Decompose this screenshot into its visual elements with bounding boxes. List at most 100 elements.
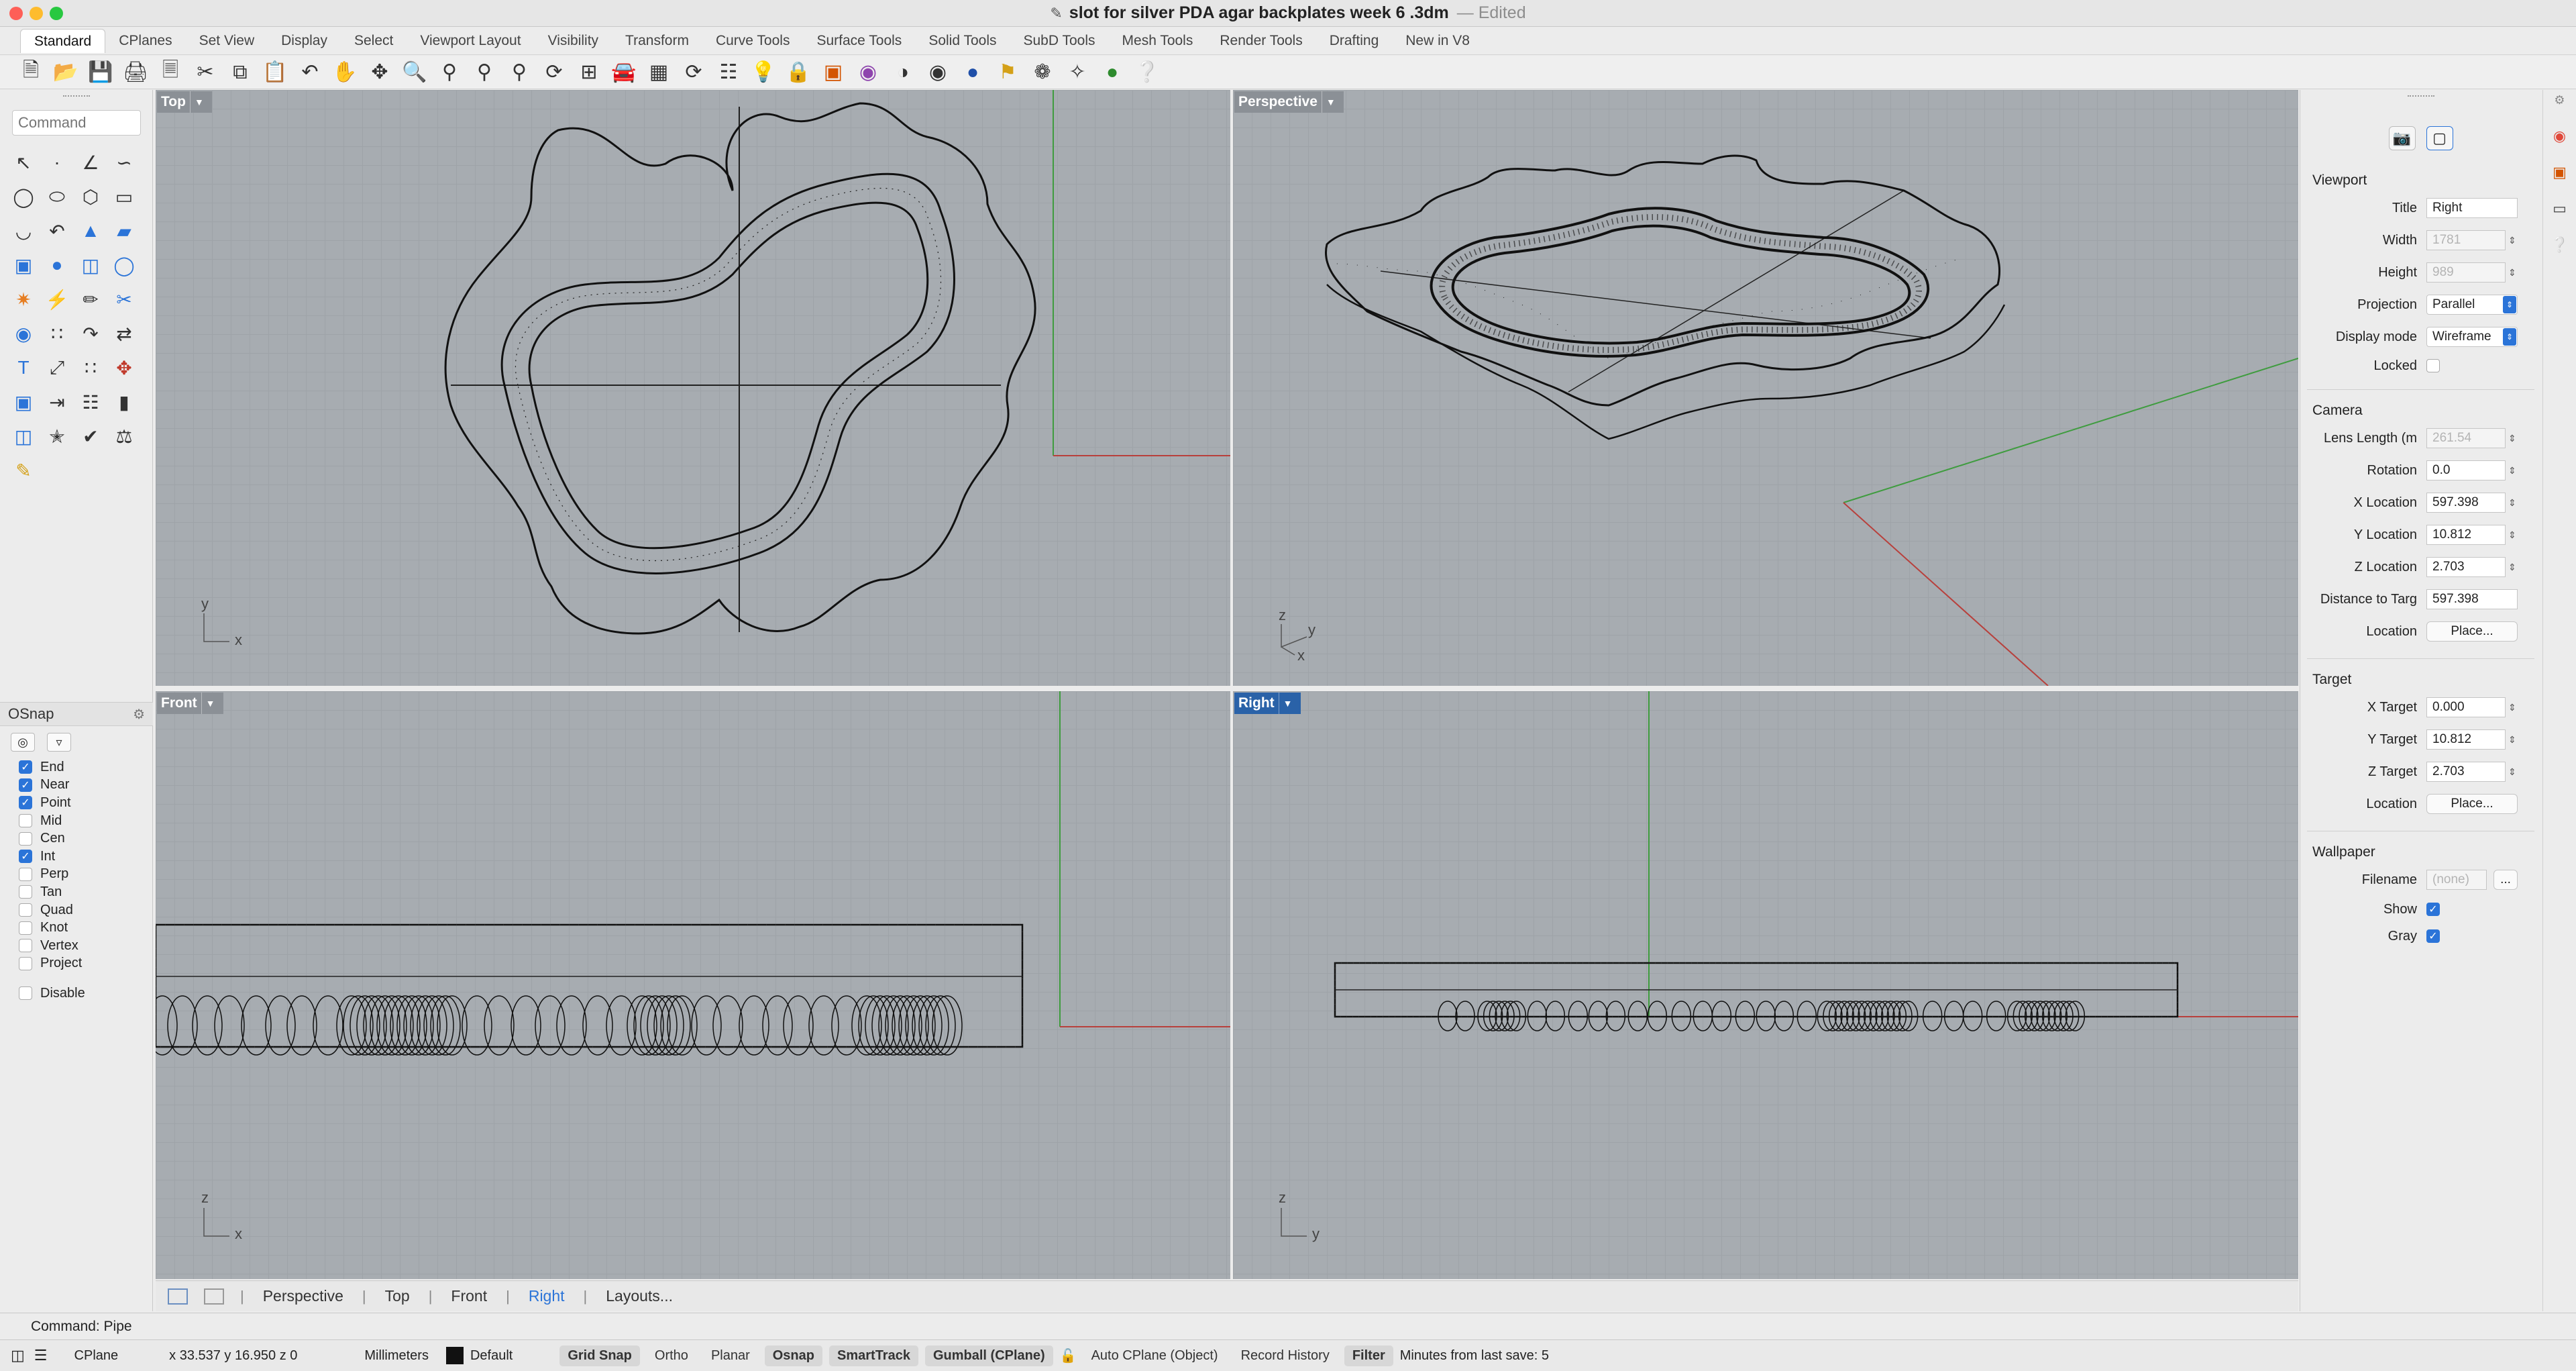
- zoom-window-icon[interactable]: ⚲: [435, 58, 464, 87]
- check-icon[interactable]: ✔: [75, 420, 106, 452]
- camera-place-button[interactable]: Place...: [2426, 621, 2518, 642]
- sidebar-toggle-icon[interactable]: ◫: [11, 1347, 25, 1364]
- camera-icon[interactable]: 📷: [2388, 126, 2416, 150]
- blue-sphere-icon[interactable]: ●: [958, 58, 987, 87]
- tab-display[interactable]: Display: [268, 29, 341, 53]
- analyze-icon[interactable]: ⚖: [109, 420, 140, 452]
- rectangle-icon[interactable]: ▭: [109, 181, 140, 213]
- tab-new-in-v8[interactable]: New in V8: [1392, 29, 1483, 53]
- four-view-layout-icon[interactable]: [168, 1288, 188, 1305]
- gear-icon[interactable]: ⚙: [2550, 90, 2570, 110]
- osnap-checkbox[interactable]: ✓: [19, 850, 32, 864]
- y-location-field[interactable]: 10.812: [2426, 525, 2506, 545]
- viewport-top[interactable]: y x Top ▼: [156, 90, 1230, 686]
- ruler-icon[interactable]: ▮: [109, 386, 140, 418]
- lightbulb-icon[interactable]: 💡: [749, 58, 778, 87]
- mesh-icon[interactable]: ✷: [8, 283, 39, 315]
- tab-visibility[interactable]: Visibility: [535, 29, 612, 53]
- osnap-item-perp[interactable]: Perp: [0, 866, 153, 884]
- gear-icon[interactable]: ⚙: [133, 706, 145, 723]
- viewport-label-front[interactable]: Front ▼: [157, 693, 223, 714]
- osnap-icon[interactable]: ❁: [1028, 58, 1057, 87]
- move-view-icon[interactable]: ✥: [365, 58, 394, 87]
- chevron-down-icon[interactable]: ▼: [189, 91, 208, 113]
- z-location-field[interactable]: 2.703: [2426, 557, 2506, 577]
- projection-select[interactable]: Parallel ⇕: [2426, 295, 2518, 315]
- cplane-icon[interactable]: ▦: [644, 58, 674, 87]
- paste-icon[interactable]: 📋: [260, 58, 290, 87]
- osnap-checkbox[interactable]: [19, 939, 32, 953]
- target-place-button[interactable]: Place...: [2426, 794, 2518, 814]
- viewport-tab-right[interactable]: Right: [510, 1287, 584, 1305]
- layer-label[interactable]: Default: [470, 1348, 513, 1364]
- z-target-field[interactable]: 2.703: [2426, 762, 2506, 782]
- solid-box-icon[interactable]: ▣: [8, 386, 39, 418]
- command-input[interactable]: [12, 110, 141, 136]
- viewport-right[interactable]: z y Right ▼: [1233, 691, 2298, 1279]
- tab-transform[interactable]: Transform: [612, 29, 702, 53]
- shaded-icon[interactable]: ◑: [888, 58, 918, 87]
- rotation-stepper-icon[interactable]: ⇕: [2508, 466, 2516, 475]
- viewport-tab-front[interactable]: Front: [432, 1287, 506, 1305]
- smarttrack-toggle[interactable]: SmartTrack: [829, 1345, 918, 1366]
- tab-curve-tools[interactable]: Curve Tools: [702, 29, 804, 53]
- single-view-layout-icon[interactable]: [204, 1288, 224, 1305]
- cylinder-icon[interactable]: ◫: [75, 249, 106, 281]
- polyline-icon[interactable]: ∠: [75, 146, 106, 179]
- car-icon[interactable]: 🚘: [609, 58, 639, 87]
- auto-cplane-toggle[interactable]: Auto CPlane (Object): [1083, 1345, 1226, 1366]
- copy-icon[interactable]: ⧉: [225, 58, 255, 87]
- osnap-checkbox[interactable]: ✓: [19, 778, 32, 792]
- display-mode-select[interactable]: Wireframe ⇕: [2426, 327, 2518, 347]
- viewport-label-perspective[interactable]: Perspective ▼: [1234, 91, 1344, 113]
- list-icon[interactable]: ☰: [34, 1347, 48, 1364]
- green-sphere-icon[interactable]: ●: [1097, 58, 1127, 87]
- ellipse-icon[interactable]: ⬭: [42, 181, 72, 213]
- color-wheel-icon[interactable]: ◉: [2550, 126, 2570, 146]
- osnap-item-point[interactable]: ✓ Point: [0, 794, 153, 812]
- curve-icon[interactable]: ∽: [109, 146, 140, 179]
- close-window-button[interactable]: [9, 7, 23, 20]
- viewport-frame-icon[interactable]: ▢: [2426, 126, 2453, 150]
- tab-surface-tools[interactable]: Surface Tools: [803, 29, 915, 53]
- chevron-down-icon[interactable]: ▼: [1278, 693, 1297, 714]
- copy-object-icon[interactable]: ◫: [8, 420, 39, 452]
- viewport-tab-top[interactable]: Top: [366, 1287, 429, 1305]
- explode-icon[interactable]: ⚡: [42, 283, 72, 315]
- point-icon[interactable]: ∙: [42, 146, 72, 179]
- show-checkbox[interactable]: ✓: [2426, 903, 2440, 916]
- viewport-tab-layouts[interactable]: Layouts...: [587, 1287, 692, 1305]
- osnap-item-knot[interactable]: Knot: [0, 919, 153, 937]
- osnap-checkbox[interactable]: [19, 921, 32, 935]
- osnap-checkbox[interactable]: [19, 814, 32, 828]
- osnap-item-project[interactable]: Project: [0, 955, 153, 973]
- cplane-label[interactable]: CPlane: [74, 1348, 119, 1364]
- arc-icon[interactable]: ◡: [8, 215, 39, 247]
- render-icon[interactable]: ◉: [923, 58, 953, 87]
- osnap-checkbox[interactable]: ✓: [19, 796, 32, 810]
- title-field[interactable]: [2426, 198, 2518, 218]
- viewport-front[interactable]: z x Front ▼: [156, 691, 1230, 1279]
- distance-to-target-field[interactable]: 597.398: [2426, 589, 2518, 609]
- zoom-extents-icon[interactable]: ⚲: [470, 58, 499, 87]
- rotation-field[interactable]: 0.0: [2426, 460, 2506, 480]
- browse-button[interactable]: ...: [2493, 870, 2518, 890]
- planar-toggle[interactable]: Planar: [703, 1345, 758, 1366]
- fillet-curve-icon[interactable]: ↶: [42, 215, 72, 247]
- y-target-stepper-icon[interactable]: ⇕: [2508, 735, 2516, 744]
- chevron-down-icon[interactable]: ▼: [1321, 91, 1340, 113]
- osnap-checkbox[interactable]: [19, 885, 32, 899]
- gumball-icon[interactable]: ✧: [1063, 58, 1092, 87]
- record-history-toggle[interactable]: Record History: [1233, 1345, 1338, 1366]
- gumball-toggle[interactable]: Gumball (CPlane): [924, 1345, 1053, 1366]
- polygon-icon[interactable]: ⬡: [75, 181, 106, 213]
- pencil-icon[interactable]: ✎: [8, 454, 39, 487]
- osnap-item-tan[interactable]: Tan: [0, 883, 153, 901]
- lock-icon[interactable]: 🔒: [784, 58, 813, 87]
- x-location-field[interactable]: 597.398: [2426, 493, 2506, 513]
- layers-icon[interactable]: ▣: [2550, 162, 2570, 183]
- array-icon[interactable]: ∷: [75, 352, 106, 384]
- y-target-field[interactable]: 10.812: [2426, 729, 2506, 750]
- move-icon[interactable]: ✥: [109, 352, 140, 384]
- z-target-stepper-icon[interactable]: ⇕: [2508, 767, 2516, 776]
